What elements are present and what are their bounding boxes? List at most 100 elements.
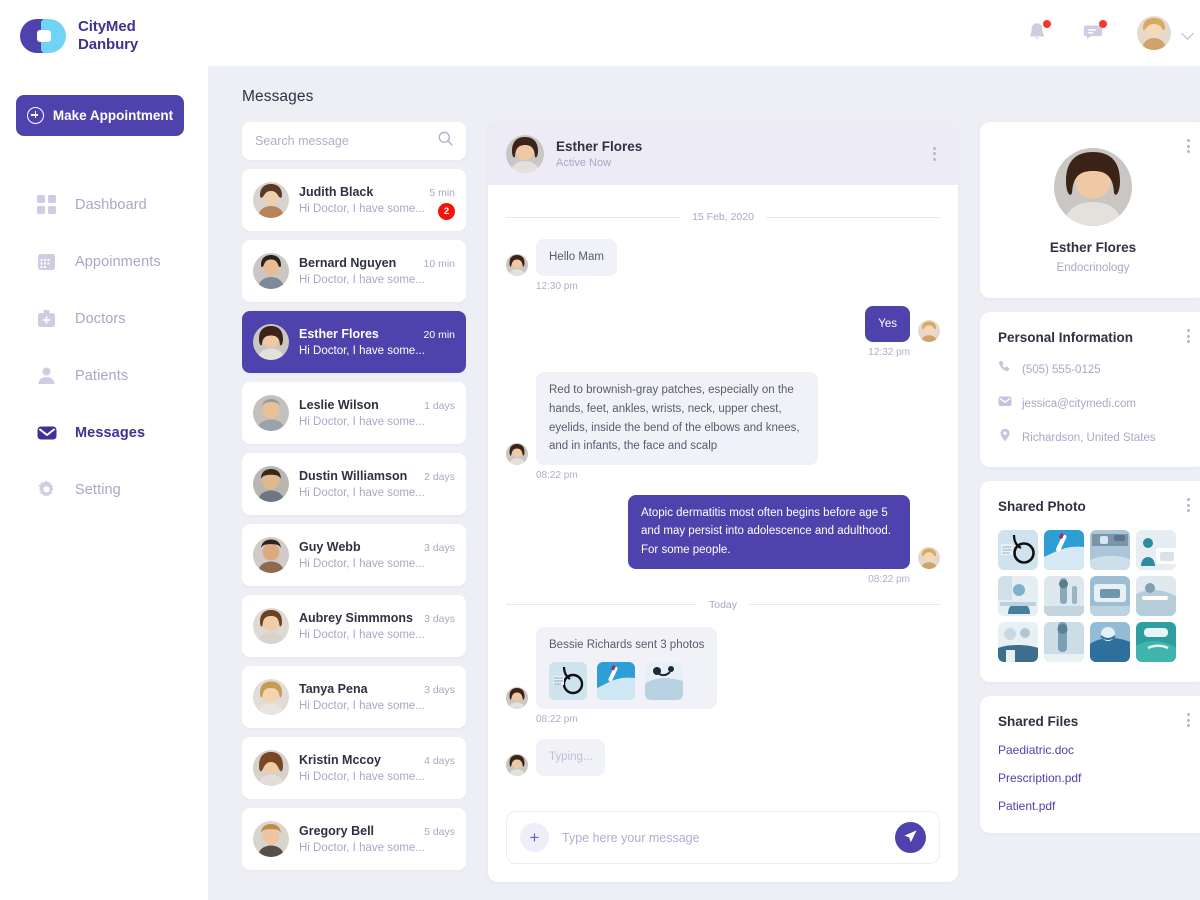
shared-photo-thumb[interactable] [1090,576,1130,616]
shared-file-link[interactable]: Prescription.pdf [998,771,1188,785]
main-area: Messages Judith Black [208,0,1200,900]
search-box[interactable] [242,122,466,160]
list-item-time: 5 min [429,187,455,199]
shared-photo-thumb[interactable] [998,530,1038,570]
sidebar-item-appointments[interactable]: Appoinments [0,245,208,279]
photo-message-text: Bessie Richards sent 3 photos [549,638,705,651]
shared-photo-grid [998,530,1188,662]
list-item[interactable]: Esther Flores 20 min Hi Doctor, I have s… [242,311,466,373]
email-row: jessica@citymedi.com [998,394,1188,413]
location-value: Richardson, United States [1022,431,1156,444]
profile-card: Esther Flores Endocrinology [980,122,1200,298]
list-item[interactable]: Tanya Pena 3 days Hi Doctor, I have some… [242,666,466,728]
sidebar-item-label: Patients [75,367,129,384]
photo-thumbnail[interactable] [597,662,635,701]
list-item[interactable]: Judith Black 5 min Hi Doctor, I have som… [242,169,466,231]
send-button[interactable] [895,822,926,853]
photo-thumbnail[interactable] [549,662,587,701]
messages-button[interactable] [1081,20,1107,46]
list-item-time: 5 days [424,826,455,838]
photo-thumbnail[interactable] [645,662,683,701]
avatar [253,466,289,502]
shared-photo-thumb[interactable] [1044,576,1084,616]
shared-photo-thumb[interactable] [998,576,1038,616]
location-row: Richardson, United States [998,428,1188,447]
list-item[interactable]: Gregory Bell 5 days Hi Doctor, I have so… [242,808,466,870]
search-icon [438,131,453,151]
message-row-incoming: Red to brownish-gray patches, especially… [506,372,940,465]
content-area: Judith Black 5 min Hi Doctor, I have som… [208,106,1200,900]
shared-file-link[interactable]: Patient.pdf [998,799,1188,813]
list-item[interactable]: Aubrey Simmmons 3 days Hi Doctor, I have… [242,595,466,657]
map-pin-icon [998,428,1012,447]
shared-photo-thumb[interactable] [998,622,1038,662]
shared-photo-thumb[interactable] [1044,622,1084,662]
profile-options-button[interactable] [1183,135,1194,157]
sidebar-item-dashboard[interactable]: Dashboard [0,188,208,222]
photo-attachments [549,662,704,701]
shared-photo-thumb[interactable] [1136,622,1176,662]
shared-file-link[interactable]: Paediatric.doc [998,743,1188,757]
shared-files-options-button[interactable] [1183,709,1194,731]
sidebar-item-messages[interactable]: Messages [0,416,208,450]
shared-photo-thumb[interactable] [1090,530,1130,570]
message-bubble: Red to brownish-gray patches, especially… [536,372,818,465]
sidebar-item-patients[interactable]: Patients [0,359,208,393]
shared-photo-thumb[interactable] [1136,530,1176,570]
avatar [506,134,544,173]
shared-photo-thumb[interactable] [1090,622,1130,662]
list-item[interactable]: Leslie Wilson 1 days Hi Doctor, I have s… [242,382,466,444]
topbar [208,0,1200,66]
contact-detail-panel: Esther Flores Endocrinology Personal Inf… [980,122,1200,900]
avatar [253,679,289,715]
notifications-button[interactable] [1025,20,1051,46]
conversation-list[interactable]: Judith Black 5 min Hi Doctor, I have som… [242,169,466,900]
message-input[interactable] [562,830,882,845]
shared-photo-thumb[interactable] [1044,530,1084,570]
add-attachment-button[interactable]: + [520,823,549,852]
chat-options-button[interactable] [929,143,940,165]
make-appointment-button[interactable]: Make Appointment [16,94,184,136]
mail-icon [998,394,1012,413]
brand-logo[interactable]: CityMed Danbury [0,0,208,55]
shared-files-title: Shared Files [998,714,1079,729]
sidebar-item-setting[interactable]: Setting [0,473,208,507]
avatar [506,687,528,710]
sidebar-item-label: Doctors [75,310,126,327]
list-item-name: Dustin Williamson [299,469,408,483]
search-input[interactable] [255,134,438,148]
message-row-outgoing: Atopic dermatitis most often begins befo… [506,494,940,569]
plus-circle-icon [26,106,44,124]
avatar [506,253,528,276]
list-item-name: Guy Webb [299,540,361,554]
brand-name: CityMed Danbury [78,18,138,55]
chat-messages: 15 Feb, 2020 Hello Mam 12:30 pm Yes 12:3… [488,185,958,805]
list-item-name: Judith Black [299,185,374,199]
list-item[interactable]: Bernard Nguyen 10 min Hi Doctor, I have … [242,240,466,302]
list-item[interactable]: Guy Webb 3 days Hi Doctor, I have some..… [242,524,466,586]
sidebar-item-doctors[interactable]: Doctors [0,302,208,336]
avatar [918,546,940,569]
personal-information-title: Personal Information [998,330,1134,345]
chevron-down-icon[interactable] [1181,26,1194,40]
list-item[interactable]: Dustin Williamson 2 days Hi Doctor, I ha… [242,453,466,515]
sidebar-item-label: Setting [75,481,121,498]
list-item-preview: Hi Doctor, I have some... [299,345,425,357]
photo-message-bubble: Bessie Richards sent 3 photos [536,626,718,710]
personal-info-options-button[interactable] [1183,325,1194,347]
calendar-icon [36,251,57,272]
typing-indicator: Typing... [536,739,606,776]
avatar[interactable] [1137,16,1171,50]
shared-photo-options-button[interactable] [1183,494,1194,516]
list-item-time: 1 days [424,400,455,412]
user-icon [36,365,57,386]
shared-photo-thumb[interactable] [1136,576,1176,616]
envelope-icon [36,422,57,443]
shared-files-card: Shared Files Paediatric.doc Prescription… [980,696,1200,833]
message-timestamp: 08:22 pm [536,469,578,481]
list-item[interactable]: Kristin Mccoy 4 days Hi Doctor, I have s… [242,737,466,799]
avatar [253,750,289,786]
brand-line-2: Danbury [78,36,139,54]
phone-value: (505) 555-0125 [1022,363,1101,376]
message-row-typing: Typing... [506,739,940,776]
